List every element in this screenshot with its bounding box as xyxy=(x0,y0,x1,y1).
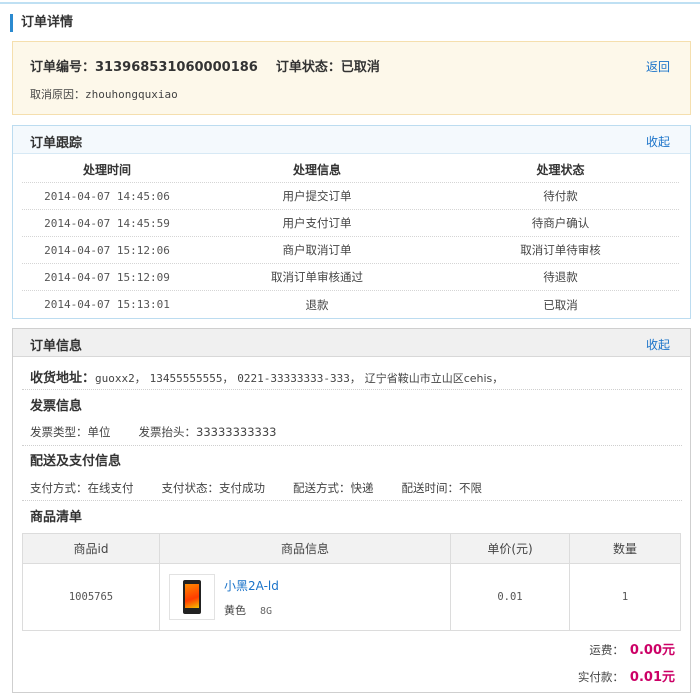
row-time: 2014-04-07 14:45:06 xyxy=(44,189,170,203)
table-row: 2014-04-07 14:45:06 用户提交订单 待付款 xyxy=(22,183,679,210)
row-state: 待退款 xyxy=(543,270,578,284)
order-summary-line: 订单编号：313968531060000186 订单状态：已取消 xyxy=(30,56,380,75)
delivery-details: 支付方式：在线支付 支付状态：支付成功 配送方式：快递 配送时间：不限 xyxy=(30,480,510,496)
col-header-qty: 数量 xyxy=(612,542,637,556)
row-info: 商户取消订单 xyxy=(282,243,352,257)
order-summary-box: 订单编号：313968531060000186 订单状态：已取消 返回 取消原因：… xyxy=(12,41,691,115)
order-tracking-panel: 订单跟踪 收起 处理时间 处理信息 处理状态 2014-04-07 14:45:… xyxy=(12,125,691,319)
table-row: 2014-04-07 15:13:01 退款 已取消 xyxy=(22,291,679,318)
goods-id: 1005765 xyxy=(23,564,160,630)
address-tel: 0221-33333333-333， xyxy=(237,372,361,385)
tracking-header: 订单跟踪 收起 xyxy=(13,126,690,154)
shipping-fee-label: 运费： xyxy=(589,643,624,657)
order-no-label: 订单编号： xyxy=(30,60,96,75)
page-title: 订单详情 xyxy=(10,14,73,32)
cancel-reason-value: zhouhongquxiao xyxy=(85,88,178,101)
tracking-table: 处理时间 处理信息 处理状态 2014-04-07 14:45:06 用户提交订… xyxy=(22,156,679,318)
row-info: 用户提交订单 xyxy=(282,189,352,203)
goods-table-header: 商品id 商品信息 单价(元) 数量 xyxy=(23,534,680,564)
col-header-time: 处理时间 xyxy=(82,162,131,177)
table-row: 2014-04-07 15:12:06 商户取消订单 取消订单待审核 xyxy=(22,237,679,264)
table-row: 1005765 小黑2A-ld 黄色 8G 0.01 1 xyxy=(23,564,680,630)
order-status-value: 已取消 xyxy=(340,60,380,75)
row-state: 已取消 xyxy=(543,297,578,312)
tracking-collapse-link[interactable]: 收起 xyxy=(646,133,670,150)
goods-table: 商品id 商品信息 单价(元) 数量 1005765 小黑2A-ld 黄色 8G … xyxy=(22,533,681,631)
address-phone: 13455555555， xyxy=(149,372,234,385)
col-header-info: 处理信息 xyxy=(292,162,341,177)
row-time: 2014-04-07 15:12:06 xyxy=(44,243,170,257)
order-no-value: 313968531060000186 xyxy=(95,60,258,75)
row-time: 2014-04-07 15:13:01 xyxy=(44,298,170,311)
goods-title: 商品清单 xyxy=(30,510,83,525)
info-header: 订单信息 收起 xyxy=(13,329,690,357)
ship-method: 配送方式：快递 xyxy=(293,481,374,495)
order-info-panel: 订单信息 收起 收货地址：guoxx2， 13455555555， 0221-3… xyxy=(12,328,691,693)
tracking-table-header: 处理时间 处理信息 处理状态 xyxy=(22,156,679,183)
cancel-reason-label: 取消原因： xyxy=(30,88,85,101)
goods-qty: 1 xyxy=(621,591,629,603)
goods-price: 0.01 xyxy=(451,564,570,630)
invoice-type: 发票类型：单位 xyxy=(30,425,111,439)
row-time: 2014-04-07 15:12:09 xyxy=(44,270,170,284)
ship-time: 配送时间：不限 xyxy=(401,481,483,495)
back-link[interactable]: 返回 xyxy=(646,58,670,75)
row-time: 2014-04-07 14:45:59 xyxy=(44,216,170,230)
top-border-line xyxy=(0,2,700,4)
invoice-title: 发票信息 xyxy=(30,399,83,414)
delivery-title: 配送及支付信息 xyxy=(30,454,122,469)
row-state: 待商户确认 xyxy=(531,216,590,230)
divider xyxy=(22,445,682,446)
invoice-details: 发票类型：单位 发票抬头：33333333333 xyxy=(30,424,304,440)
row-info: 用户支付订单 xyxy=(282,216,352,230)
info-collapse-link[interactable]: 收起 xyxy=(646,336,670,353)
shipping-fee-value: 0.00元 xyxy=(629,643,675,658)
product-name-link[interactable]: 小黑2A-ld xyxy=(224,577,279,594)
table-row: 2014-04-07 14:45:59 用户支付订单 待商户确认 xyxy=(22,210,679,237)
table-row: 2014-04-07 15:12:09 取消订单审核通过 待退款 xyxy=(22,264,679,291)
row-state: 取消订单待审核 xyxy=(520,243,601,257)
row-info: 退款 xyxy=(305,297,329,312)
order-status-label: 订单状态： xyxy=(275,60,341,75)
phone-icon xyxy=(183,580,201,614)
paid-value: 0.01元 xyxy=(629,670,675,685)
tracking-title: 订单跟踪 xyxy=(30,136,83,151)
pay-status: 支付状态：支付成功 xyxy=(161,481,266,495)
address-name: guoxx2， xyxy=(95,372,146,385)
product-color: 黄色 xyxy=(224,603,246,617)
paid-amount-line: 实付款： 0.01元 xyxy=(578,666,675,685)
col-header-id: 商品id xyxy=(23,534,160,563)
col-header-state: 处理状态 xyxy=(536,162,585,177)
product-image[interactable] xyxy=(169,574,215,620)
goods-info: 小黑2A-ld 黄色 8G xyxy=(160,564,451,630)
pay-method: 支付方式：在线支付 xyxy=(30,481,134,495)
divider xyxy=(22,389,682,390)
col-header-price: 单价(元) xyxy=(451,534,570,563)
address-detail: 辽宁省鞍山市立山区cehis， xyxy=(364,372,504,385)
info-title: 订单信息 xyxy=(30,339,83,354)
product-size: 8G xyxy=(260,605,273,617)
paid-label: 实付款： xyxy=(577,670,624,684)
divider xyxy=(22,500,682,501)
row-info: 取消订单审核通过 xyxy=(271,270,363,284)
address-line: 收货地址：guoxx2， 13455555555， 0221-33333333-… xyxy=(30,367,503,386)
cancel-reason-line: 取消原因：zhouhongquxiao xyxy=(30,86,178,102)
invoice-head: 发票抬头：33333333333 xyxy=(138,425,277,439)
row-state: 待付款 xyxy=(543,189,578,203)
shipping-fee-line: 运费： 0.00元 xyxy=(589,639,675,658)
col-header-info: 商品信息 xyxy=(160,534,451,563)
address-label: 收货地址： xyxy=(30,371,96,386)
